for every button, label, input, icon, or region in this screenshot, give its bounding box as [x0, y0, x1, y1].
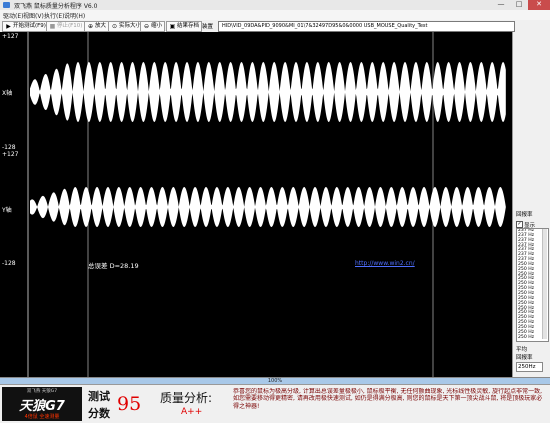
stop-button[interactable]: ■ 停止(F10): [46, 21, 86, 32]
start-test-button[interactable]: ▶ 开始测试(F9): [2, 21, 49, 32]
menu-view[interactable]: 视图(V): [23, 11, 44, 20]
play-icon: ▶: [6, 23, 11, 30]
zoom-in-icon: ⊕: [87, 23, 94, 30]
y-axis-label: Y轴: [2, 207, 12, 214]
save-result-button[interactable]: ▣ 结果存档: [166, 21, 203, 32]
grade-value: A++: [181, 407, 203, 417]
y-max-label: +127: [2, 151, 19, 158]
maximize-button[interactable]: □: [510, 0, 528, 10]
average-value: 250Hz: [516, 362, 543, 372]
zoom-in-button[interactable]: ⊕ 放大: [84, 21, 110, 32]
score-value: 95: [117, 393, 142, 415]
average-title: 平均: [516, 347, 528, 353]
y-min-label: -128: [2, 260, 16, 267]
y-axis-waveform: [30, 187, 506, 227]
score-label-1: 测试: [88, 390, 110, 403]
report-rate-panel: 回报率 ✓ 显示 237 Hz 237 Hz 237 Hz 237 Hz 237 Hz 2…: [512, 32, 550, 377]
total-error-text: 总误差 D=28.19: [88, 262, 139, 270]
device-select[interactable]: HID\VID_09DA&PID_9090&MI_01\7&32497D95&0…: [218, 21, 515, 32]
brand-top-text: 双飞燕 天狼G7: [26, 389, 58, 394]
actual-size-button[interactable]: ⊙ 实际大小: [108, 21, 145, 32]
x-min-label: -128: [2, 144, 16, 151]
x-axis-waveform: [30, 62, 506, 122]
analysis-title: 质量分析:: [160, 391, 213, 405]
x-axis-label: X轴: [2, 90, 13, 97]
brand-main-text: 天狼G7: [19, 399, 65, 414]
score-label-2: 分数: [88, 407, 110, 420]
menu-help[interactable]: 说明(H): [64, 11, 85, 20]
result-panel: 双飞燕 天狼G7 天狼G7 4倍鼠 全速测量 测试 分数 95 质量分析: A+…: [0, 384, 550, 423]
x-max-label: +127: [2, 33, 19, 40]
save-icon: ▣: [169, 23, 176, 30]
window-title: 双飞燕 鼠标质量分析程序 V6.0: [14, 3, 98, 10]
show-checkbox[interactable]: ✓: [516, 221, 523, 228]
zoom-out-button[interactable]: ⊖ 缩小: [140, 21, 166, 32]
menu-driver[interactable]: 驱动(E): [3, 11, 23, 20]
magnifier-icon: ⊙: [111, 23, 118, 30]
menu-execute[interactable]: 执行(E): [44, 11, 64, 20]
waveform-plot: +127 X轴 -128 +127 Y轴 -128 总误差 D=28.19 ht…: [0, 32, 512, 377]
minimize-button[interactable]: —: [492, 0, 510, 10]
menu-bar: 驱动(E) 视图(V) 执行(E) 说明(H): [0, 10, 550, 20]
app-icon: [3, 2, 10, 8]
rate-list-scrollbar[interactable]: [542, 229, 547, 339]
stop-icon: ■: [49, 23, 56, 30]
close-button[interactable]: ✕: [528, 0, 550, 10]
zoom-out-label: 缩小: [151, 23, 163, 29]
actual-size-label: 实际大小: [119, 23, 142, 29]
start-label: 开始测试(F9): [13, 23, 46, 29]
zoom-out-icon: ⊖: [143, 23, 150, 30]
brand-sub-text: 4倍鼠 全速测量: [24, 414, 60, 420]
website-link[interactable]: http://www.win2.cn/: [355, 260, 415, 267]
save-label: 结果存档: [177, 23, 200, 29]
stop-label: 停止(F10): [57, 23, 83, 29]
brand-logo: 双飞燕 天狼G7 天狼G7 4倍鼠 全速测量: [2, 387, 82, 421]
zoom-in-label: 放大: [95, 23, 107, 29]
waveform-canvas: [27, 32, 506, 377]
average-subtitle: 回报率: [516, 355, 533, 361]
report-rate-title: 回报率: [516, 212, 533, 218]
analysis-text: 恭喜您的鼠标为极高分级, 计算出总误差量极极小, 鼠标极平衡, 无任何颤曲现象,…: [233, 388, 543, 410]
device-label: 装置: [202, 24, 214, 30]
